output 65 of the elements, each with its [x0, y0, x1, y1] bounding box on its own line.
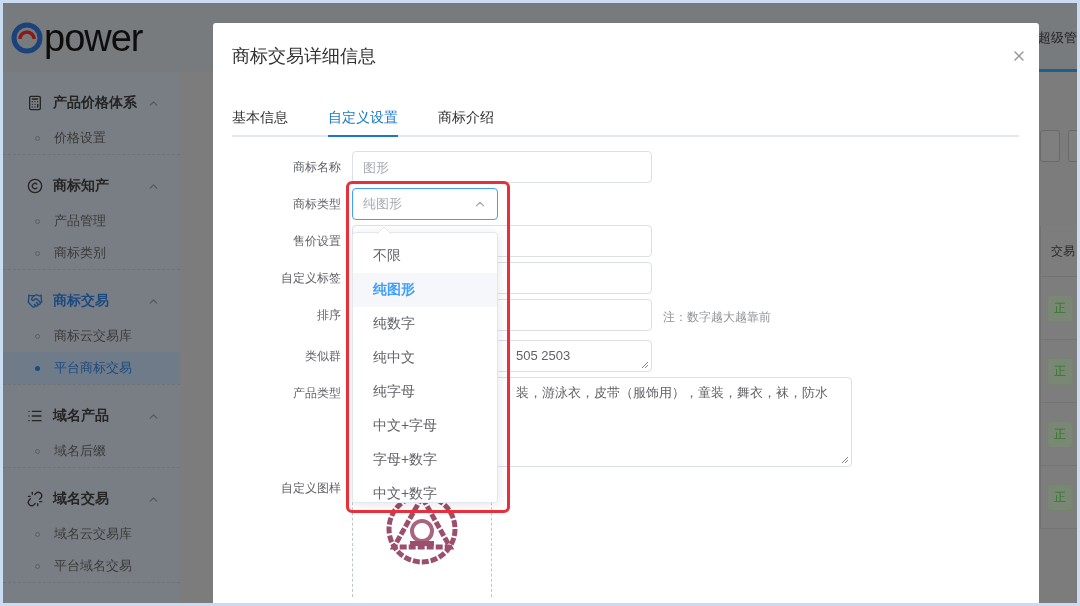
field-label: 售价设置 — [292, 233, 341, 250]
menu-item[interactable]: 平台商标交易 — [3, 352, 180, 384]
hint-text: 注：数字越大越靠前 — [663, 309, 771, 326]
logo-icon — [11, 21, 43, 54]
menu-item-label: 价格设置 — [54, 129, 106, 147]
text-input[interactable]: 图形 — [352, 151, 652, 183]
menu-item[interactable]: 平台域名交易 — [3, 550, 180, 582]
menu-item[interactable]: 产品管理 — [3, 205, 180, 237]
field-label: 自定义图样 — [280, 480, 341, 497]
menu-group[interactable]: 商标知产 — [3, 167, 180, 205]
menu-group-title: 产品价格体系 — [53, 94, 137, 112]
field-label: 排序 — [316, 307, 341, 324]
dialog-title: 商标交易详细信息 — [232, 45, 376, 68]
menu-group-title: 商标知产 — [53, 177, 110, 195]
menu-icon — [27, 408, 43, 424]
dot-icon — [35, 365, 40, 371]
status-tag: 正 — [1047, 357, 1073, 385]
menu-item[interactable]: 域名云交易库 — [3, 518, 180, 550]
dropdown-option[interactable]: 字母+数字 — [353, 443, 497, 477]
select-field[interactable]: 纯图形 — [352, 188, 498, 220]
field-label: 自定义标签 — [280, 270, 341, 287]
dropdown-option[interactable]: 纯数字 — [353, 307, 497, 341]
menu-item[interactable]: 域名后缀 — [3, 435, 180, 467]
menu-icon — [27, 95, 43, 111]
menu-item-label: 商标类别 — [54, 244, 106, 262]
field-label: 产品类型 — [292, 385, 341, 402]
menu-icon — [27, 293, 43, 309]
menu-item-label: 域名后缀 — [54, 442, 106, 460]
resize-grip-icon — [841, 456, 849, 464]
field-label: 商标名称 — [292, 159, 341, 176]
menu-item-label: 平台域名交易 — [54, 557, 132, 575]
menu-item-label: 域名云交易库 — [54, 525, 132, 543]
menu-group-title: 商标交易 — [53, 292, 110, 310]
status-tag: 正 — [1047, 483, 1073, 511]
tab[interactable]: 基本信息 — [232, 109, 288, 137]
menu-item-label: 平台商标交易 — [54, 359, 132, 377]
menu-group[interactable]: 域名产品 — [3, 397, 180, 435]
dropdown-option[interactable]: 中文+数字 — [353, 477, 497, 502]
menu-group[interactable]: 产品价格体系 — [3, 84, 180, 122]
menu-group-title: 域名产品 — [53, 407, 110, 425]
column-header: 交易 — [1041, 226, 1077, 277]
field-label: 商标类型 — [292, 196, 341, 213]
resize-grip-icon — [641, 361, 649, 369]
dropdown-option[interactable]: 纯字母 — [353, 375, 497, 409]
menu-item[interactable]: 商标类别 — [3, 237, 180, 269]
logo-text: power — [44, 18, 143, 57]
menu-group[interactable]: 域名交易 — [3, 480, 180, 518]
tab[interactable]: 商标介绍 — [438, 109, 494, 137]
menu-item[interactable]: 商标云交易库 — [3, 320, 180, 352]
dropdown-option[interactable]: 纯图形 — [353, 273, 497, 307]
menu-item[interactable]: 价格设置 — [3, 122, 180, 154]
field-label: 类似群 — [304, 348, 341, 365]
toolbar-button[interactable] — [1040, 130, 1060, 162]
menu-icon — [27, 491, 43, 507]
dropdown-option[interactable]: 中文+字母 — [353, 409, 497, 443]
dropdown-option[interactable]: 不限 — [353, 239, 497, 273]
status-tag: 正 — [1047, 294, 1073, 322]
menu-group-title: 域名交易 — [53, 490, 110, 508]
tab[interactable]: 自定义设置 — [328, 109, 398, 137]
menu-icon — [27, 178, 43, 194]
menu-item-label: 商标云交易库 — [54, 327, 132, 345]
menu-group[interactable]: 商标交易 — [3, 282, 180, 320]
status-tag: 正 — [1047, 420, 1073, 448]
dropdown-option[interactable]: 纯中文 — [353, 341, 497, 375]
menu-item-label: 产品管理 — [54, 212, 106, 230]
